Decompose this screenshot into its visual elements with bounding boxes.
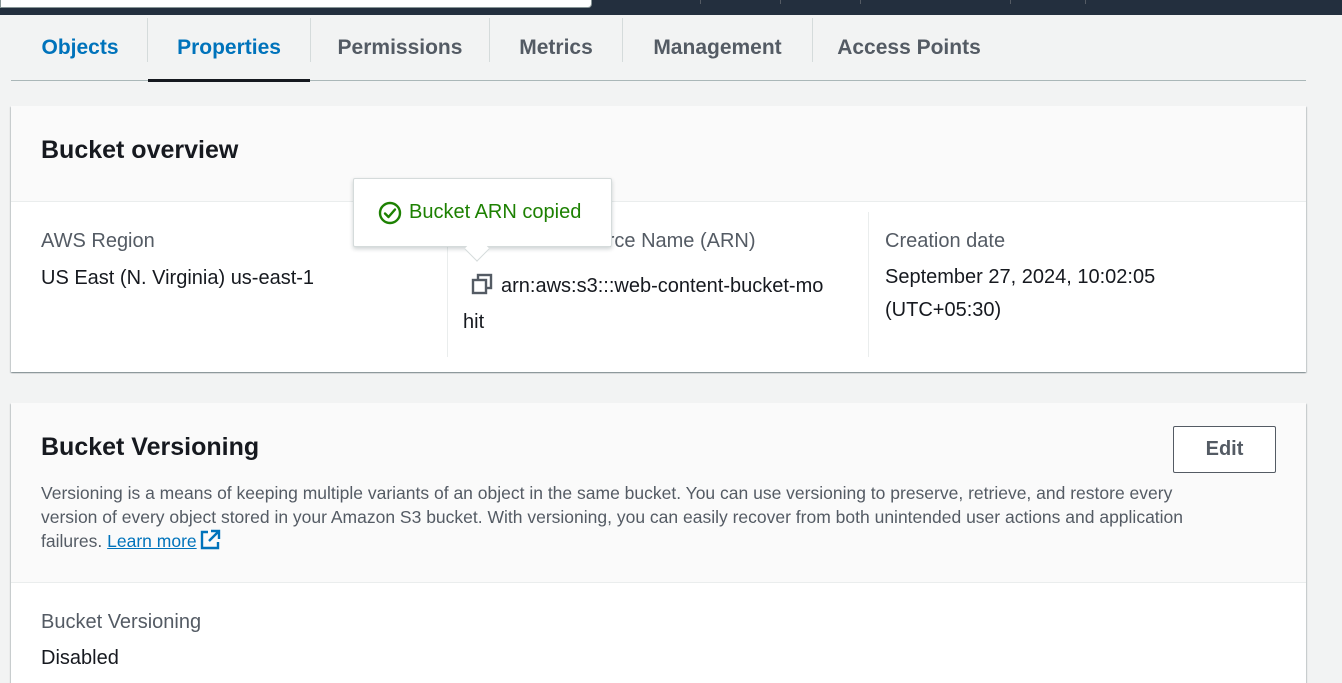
popover-arrow-mask (460, 236, 494, 246)
arn-text: arn:aws:s3:::web-content-bucket-mo (501, 274, 824, 297)
creation-date-label: Creation date (885, 230, 1006, 252)
external-link-icon (199, 529, 221, 557)
panel-title: Bucket overview (41, 136, 239, 164)
versioning-label: Bucket Versioning (41, 611, 202, 633)
check-circle-icon (378, 201, 402, 225)
description-text: failures. (41, 531, 103, 551)
edit-button[interactable]: Edit (1173, 426, 1276, 473)
copy-icon[interactable] (471, 273, 493, 301)
learn-more-link[interactable]: Learn more (107, 529, 221, 551)
tab-properties[interactable]: Properties (148, 15, 310, 82)
bucket-overview-panel: Bucket overview AWS Region US East (N. V… (11, 106, 1306, 372)
tab-management[interactable]: Management (623, 15, 812, 80)
search-box[interactable] (0, 0, 592, 8)
popover-message: Bucket ARN copied (409, 201, 582, 223)
versioning-status: Disabled (41, 647, 119, 669)
nav-divider (780, 0, 781, 4)
nav-divider (1010, 0, 1011, 4)
bucket-tabs: Objects Properties Permissions Metrics M… (11, 15, 1306, 82)
panel-title: Bucket Versioning (41, 433, 260, 461)
creation-date-value: September 27, 2024, 10:02:05 (885, 266, 1156, 288)
region-value: US East (N. Virginia) us-east-1 (41, 267, 315, 289)
nav-divider (700, 0, 701, 4)
arn-text-continued: hit (463, 311, 485, 333)
creation-date-timezone: (UTC+05:30) (885, 299, 1002, 321)
tab-metrics[interactable]: Metrics (490, 15, 622, 80)
panel-header: Bucket Versioning Edit Versioning is a m… (11, 403, 1306, 583)
panel-header: Bucket overview (11, 106, 1306, 202)
top-navigation-bar (0, 0, 1342, 15)
region-label: AWS Region (41, 230, 155, 252)
column-divider (868, 212, 869, 357)
nav-divider (860, 0, 861, 4)
nav-divider (1085, 0, 1086, 4)
description-text: version of every object stored in your A… (41, 507, 1184, 527)
versioning-description: Versioning is a means of keeping multipl… (41, 481, 1271, 557)
tab-access-points[interactable]: Access Points (813, 15, 1005, 80)
bucket-versioning-panel: Bucket Versioning Edit Versioning is a m… (11, 403, 1306, 683)
tab-objects[interactable]: Objects (25, 15, 135, 80)
description-text: Versioning is a means of keeping multipl… (41, 483, 1173, 503)
tab-permissions[interactable]: Permissions (311, 15, 489, 80)
